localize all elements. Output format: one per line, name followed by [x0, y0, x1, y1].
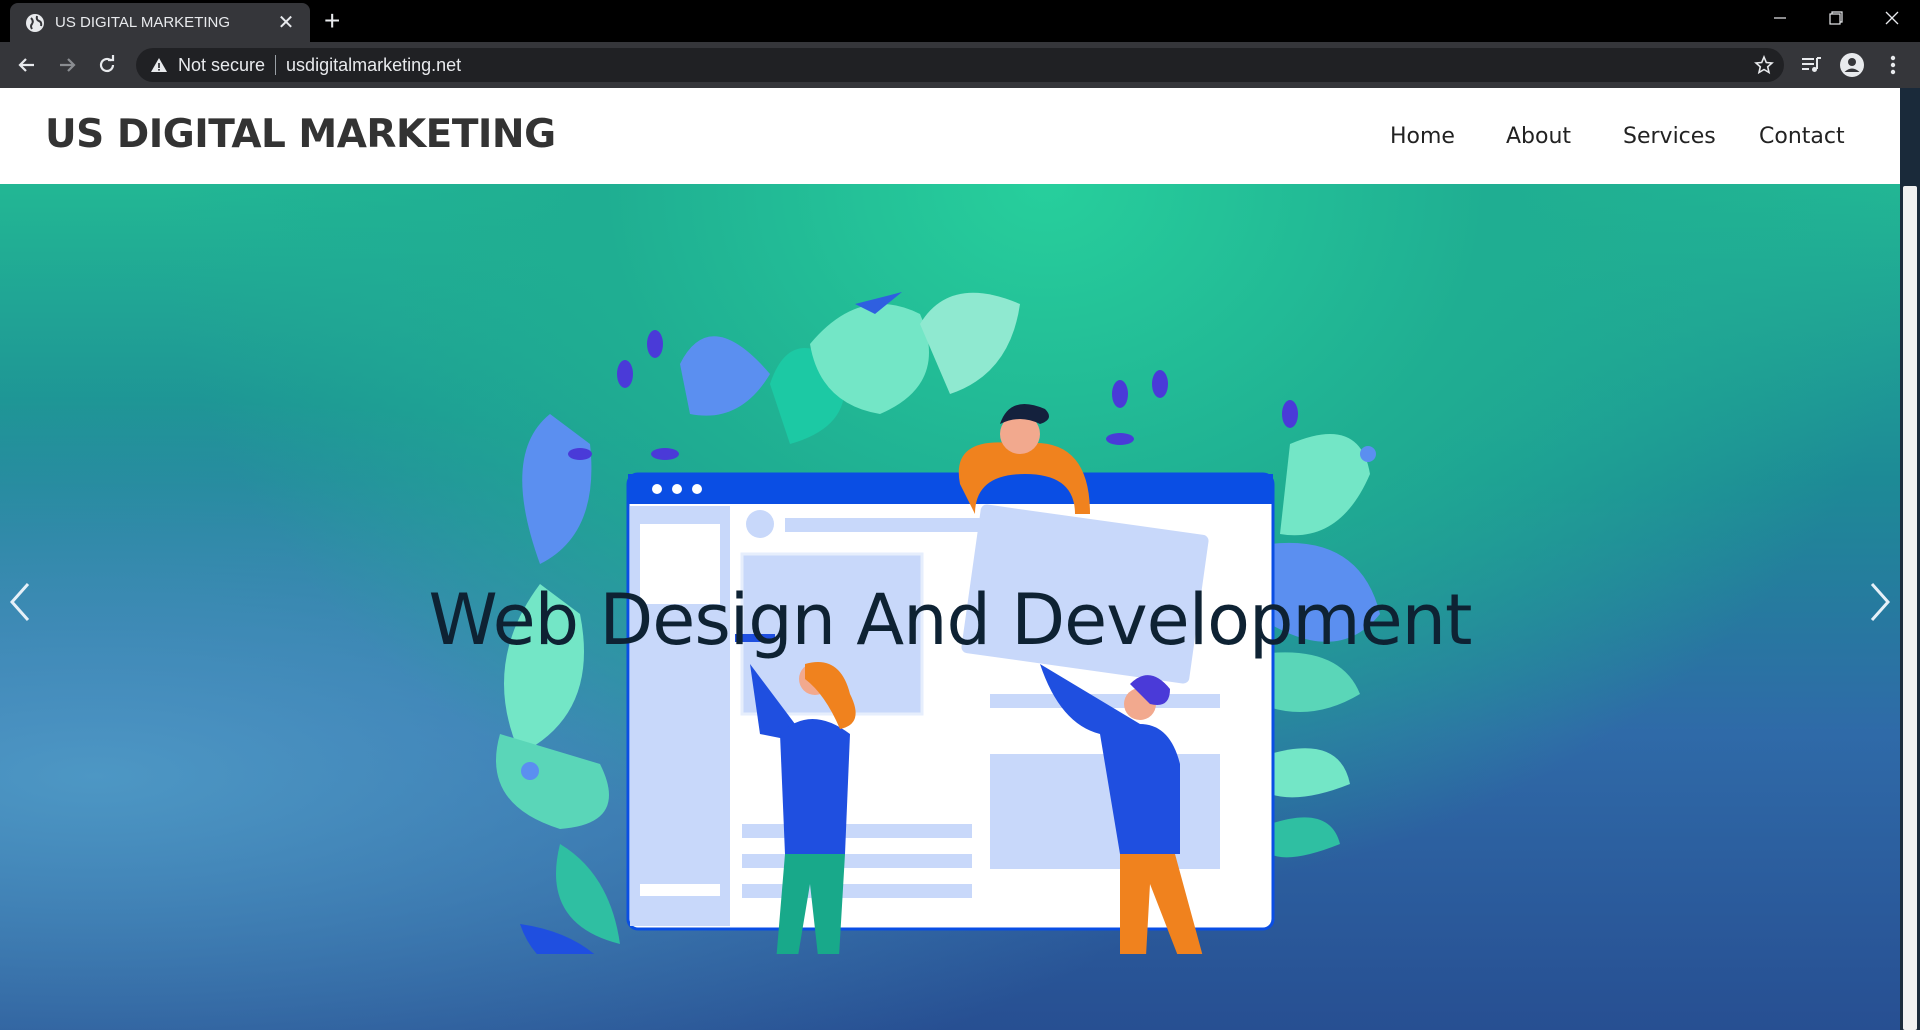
- restore-icon[interactable]: [1808, 0, 1864, 36]
- url-text[interactable]: usdigitalmarketing.net: [286, 55, 461, 76]
- browser-toolbar: Not secure usdigitalmarketing.net: [0, 42, 1920, 88]
- globe-icon: [26, 13, 44, 32]
- nav-services[interactable]: Services: [1623, 124, 1716, 149]
- profile-avatar-icon[interactable]: [1839, 52, 1865, 78]
- close-window-icon[interactable]: [1864, 0, 1920, 36]
- scrollbar-thumb[interactable]: [1903, 186, 1917, 1030]
- divider: [275, 55, 277, 75]
- hero-slider: Web Design And Development: [0, 184, 1900, 1030]
- bookmark-star-icon[interactable]: [1754, 55, 1774, 75]
- reload-icon[interactable]: [92, 50, 122, 80]
- browser-tab[interactable]: US DIGITAL MARKETING ✕: [10, 3, 310, 42]
- warning-icon: [151, 58, 167, 72]
- menu-kebab-icon[interactable]: [1880, 52, 1906, 78]
- minimize-icon[interactable]: [1752, 0, 1808, 36]
- site-header: US DIGITAL MARKETING Home About Services…: [0, 88, 1900, 184]
- site-logo[interactable]: US DIGITAL MARKETING: [45, 112, 556, 157]
- new-tab-icon[interactable]: +: [324, 6, 340, 36]
- browser-tab-bar: US DIGITAL MARKETING ✕ +: [0, 0, 1920, 42]
- security-label[interactable]: Not secure: [178, 55, 265, 76]
- tab-title: US DIGITAL MARKETING: [55, 14, 231, 31]
- carousel-prev-arrow-icon[interactable]: [0, 572, 40, 632]
- close-tab-icon[interactable]: ✕: [274, 10, 298, 35]
- forward-icon[interactable]: [52, 50, 82, 80]
- nav-about[interactable]: About: [1506, 124, 1571, 149]
- back-icon[interactable]: [12, 50, 42, 80]
- nav-home[interactable]: Home: [1390, 124, 1455, 149]
- address-bar[interactable]: Not secure usdigitalmarketing.net: [136, 48, 1784, 82]
- hero-title: Web Design And Development: [428, 579, 1473, 661]
- nav-contact[interactable]: Contact: [1759, 124, 1845, 149]
- carousel-next-arrow-icon[interactable]: [1860, 572, 1900, 632]
- media-control-icon[interactable]: [1798, 52, 1824, 78]
